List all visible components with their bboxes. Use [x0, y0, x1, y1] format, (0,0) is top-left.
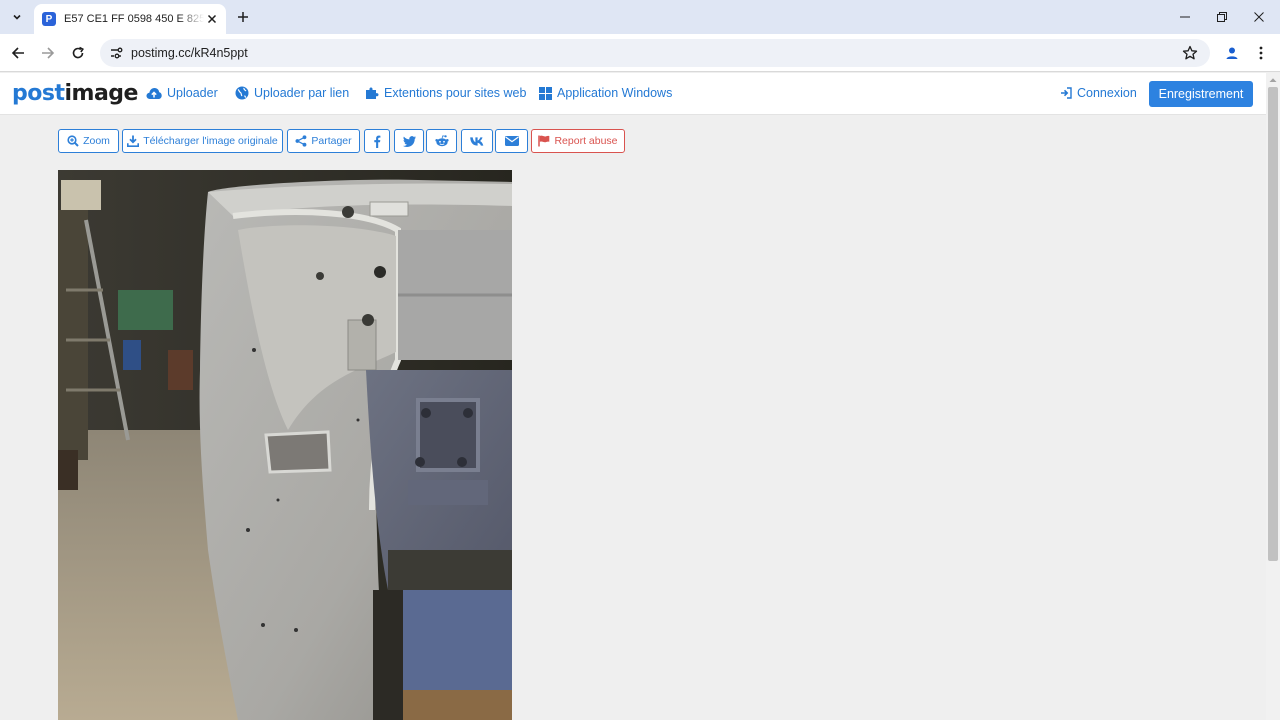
restore-icon [1217, 12, 1227, 22]
site-info-icon[interactable] [108, 45, 124, 61]
nav-uploader-link-label: Uploader par lien [254, 86, 350, 100]
tab-search-button[interactable] [6, 6, 28, 28]
tab-title: E57 CE1 FF 0598 450 E 8252 57 [64, 13, 204, 25]
nav-windows-app-label: Application Windows [557, 86, 673, 100]
twitter-icon [402, 135, 416, 147]
download-original-label: Télécharger l'image originale [143, 135, 278, 147]
browser-toolbar: postimg.cc/kR4n5ppt [0, 34, 1280, 72]
restore-button[interactable] [1203, 0, 1241, 34]
download-original-button[interactable]: Télécharger l'image originale [122, 129, 283, 153]
report-abuse-button[interactable]: Report abuse [531, 129, 625, 153]
reload-icon [72, 46, 84, 59]
share-email-button[interactable] [495, 129, 528, 153]
share-vk-button[interactable] [461, 129, 493, 153]
share-button[interactable]: Partager [287, 129, 360, 153]
reload-button[interactable] [67, 42, 89, 64]
back-button[interactable] [7, 42, 29, 64]
share-reddit-button[interactable] [426, 129, 457, 153]
site-header: postimage Uploader Uploader par lien Ext… [0, 73, 1266, 115]
arrow-right-icon [42, 47, 55, 59]
zoom-label: Zoom [83, 135, 110, 147]
address-bar[interactable]: postimg.cc/kR4n5ppt [100, 39, 1210, 67]
zoom-button[interactable]: Zoom [58, 129, 119, 153]
login-label: Connexion [1077, 86, 1137, 100]
kebab-menu-icon [1259, 46, 1263, 60]
minimize-button[interactable] [1166, 0, 1204, 34]
login-link[interactable]: Connexion [1060, 86, 1137, 100]
zoom-in-icon [67, 135, 79, 147]
tab-close-button[interactable] [204, 11, 220, 27]
reddit-icon [434, 135, 449, 147]
nav-uploader-label: Uploader [167, 86, 218, 100]
share-label: Partager [311, 135, 352, 147]
scroll-up-arrow-icon[interactable] [1266, 73, 1280, 87]
page-scrollbar[interactable] [1266, 73, 1280, 720]
postimage-logo[interactable]: postimage [12, 81, 138, 106]
uploaded-photo[interactable] [58, 170, 512, 720]
url-text: postimg.cc/kR4n5ppt [131, 46, 248, 60]
share-facebook-button[interactable] [364, 129, 390, 153]
browser-tab-active[interactable]: P E57 CE1 FF 0598 450 E 8252 57 [34, 4, 226, 34]
register-button[interactable]: Enregistrement [1149, 81, 1253, 107]
report-abuse-label: Report abuse [554, 135, 618, 147]
browser-tab-strip: P E57 CE1 FF 0598 450 E 8252 57 [0, 0, 1280, 34]
forward-button[interactable] [37, 42, 59, 64]
nav-extensions-link[interactable]: Extentions pour sites web [365, 86, 526, 100]
scrollbar-thumb[interactable] [1268, 87, 1278, 561]
puzzle-icon [366, 87, 379, 99]
share-twitter-button[interactable] [394, 129, 424, 153]
vk-icon [469, 136, 483, 146]
flag-icon [538, 135, 550, 147]
profile-avatar-icon[interactable] [1221, 42, 1243, 64]
bookmark-star-icon[interactable] [1182, 45, 1198, 61]
nav-windows-app-link[interactable]: Application Windows [539, 86, 672, 100]
browser-menu-button[interactable] [1253, 42, 1269, 64]
postimage-favicon-icon: P [42, 12, 56, 26]
arrow-left-icon [11, 47, 24, 59]
facebook-icon [374, 135, 381, 148]
envelope-icon [504, 136, 519, 146]
nav-extensions-label: Extentions pour sites web [384, 86, 527, 100]
close-icon [207, 14, 217, 24]
new-tab-button[interactable] [233, 7, 253, 27]
nav-uploader-link-by-url[interactable]: Uploader par lien [235, 86, 349, 100]
cloud-upload-icon [146, 87, 162, 99]
share-icon [295, 135, 307, 147]
close-icon [1254, 12, 1264, 22]
nav-uploader-link[interactable]: Uploader [146, 86, 218, 100]
windows-logo-icon [539, 86, 552, 100]
globe-icon [235, 86, 249, 100]
download-icon [127, 135, 140, 147]
sign-in-icon [1061, 87, 1072, 99]
plus-icon [238, 12, 248, 22]
close-window-button[interactable] [1240, 0, 1278, 34]
chevron-down-icon [13, 14, 21, 20]
minimize-icon [1180, 16, 1190, 18]
